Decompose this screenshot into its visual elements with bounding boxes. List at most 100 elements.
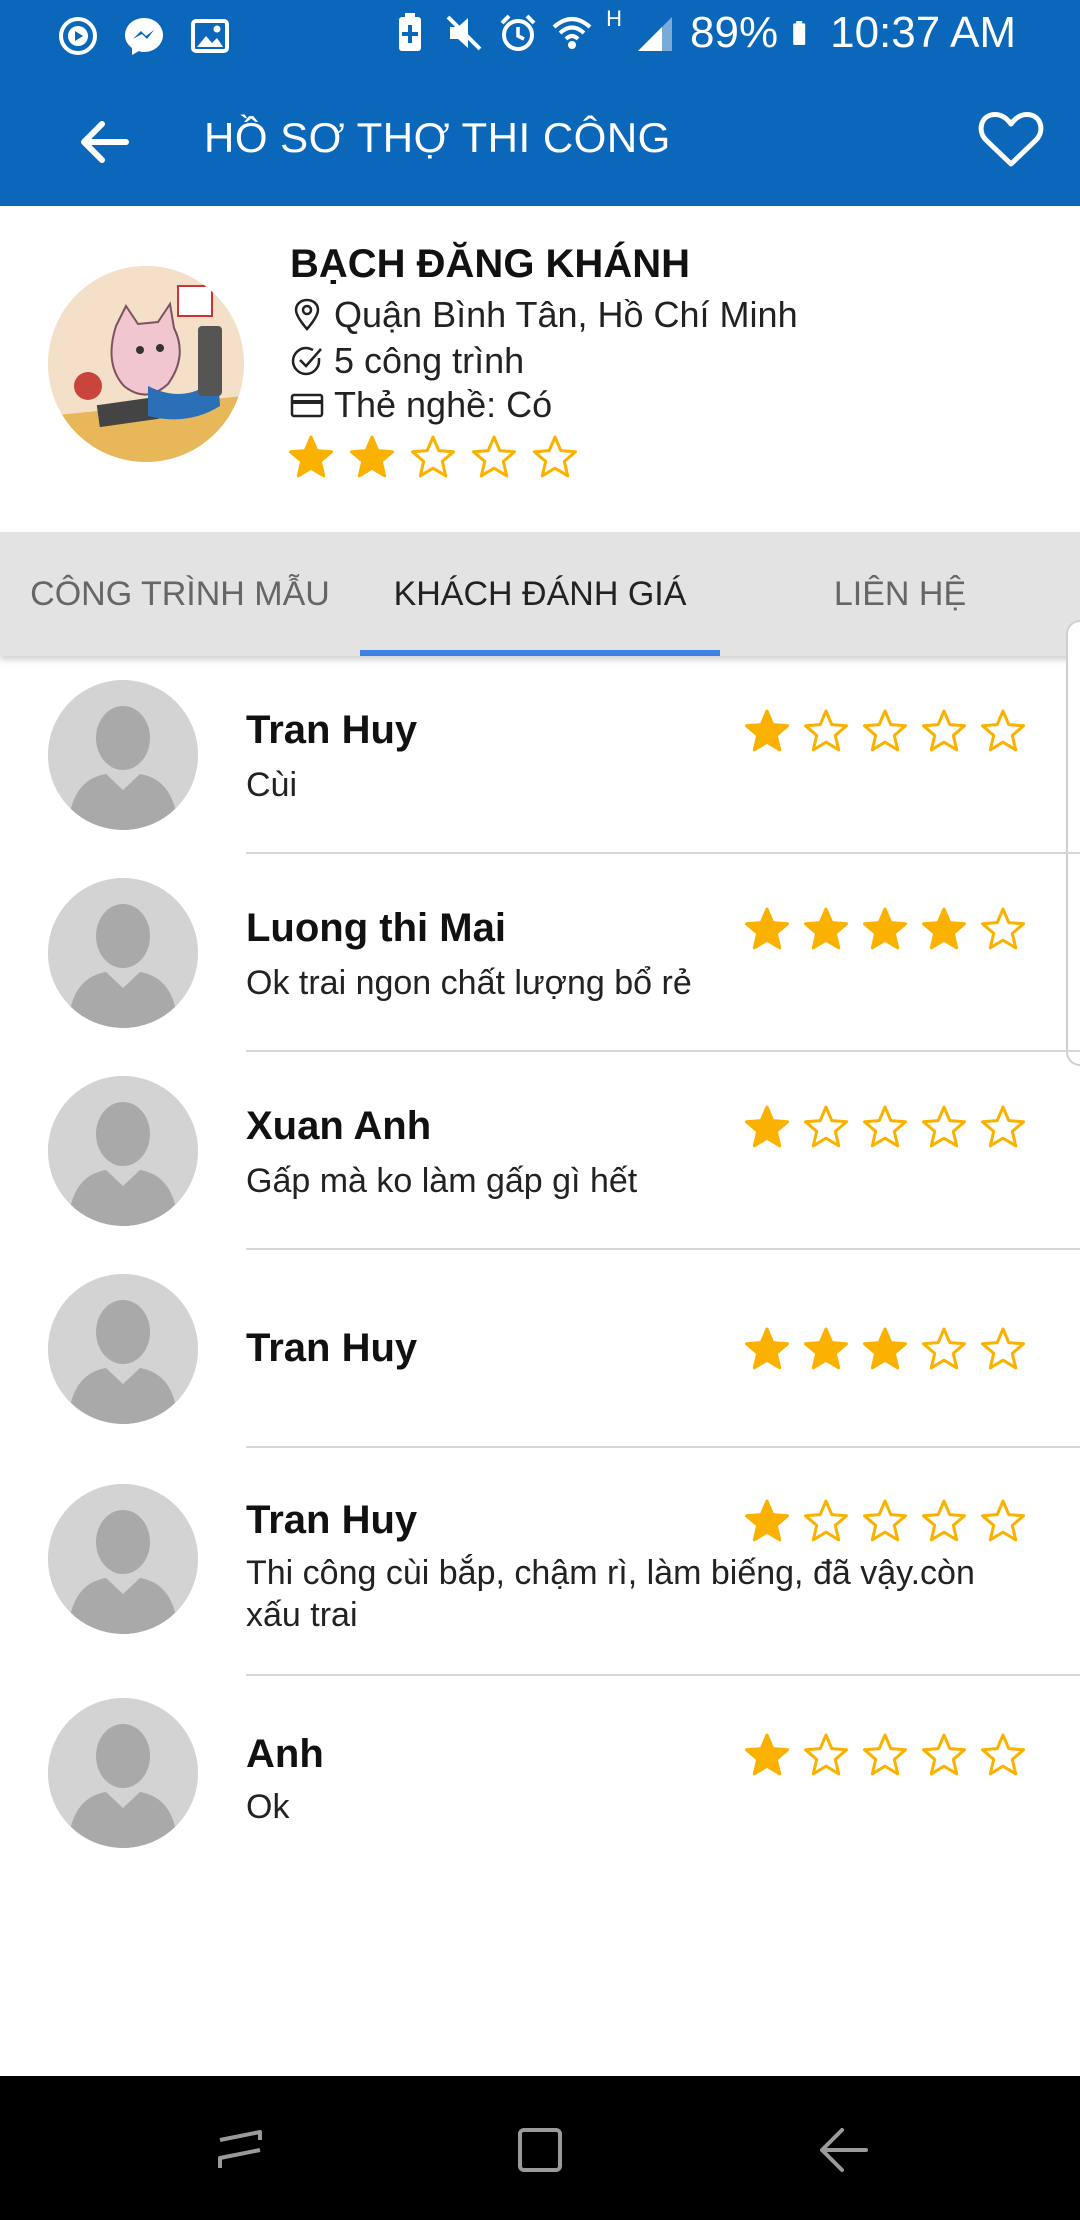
profile-tabs: CÔNG TRÌNH MẪU KHÁCH ĐÁNH GIÁ LIÊN HỆ bbox=[0, 532, 1080, 656]
credit-card-icon bbox=[290, 393, 324, 418]
divider bbox=[246, 852, 1080, 854]
tab-contact[interactable]: LIÊN HỆ bbox=[720, 532, 1080, 656]
star-filled-icon bbox=[745, 907, 789, 950]
star-filled-icon bbox=[350, 435, 394, 478]
star-outline-icon bbox=[981, 1733, 1025, 1776]
star-outline-icon bbox=[533, 435, 577, 478]
network-type-badge: H bbox=[606, 6, 623, 31]
worker-projects-text: 5 công trình bbox=[334, 340, 525, 381]
active-tab-indicator bbox=[360, 650, 720, 656]
reviewer-name: Anh bbox=[246, 1732, 324, 1776]
worker-profile-card: BẠCH ĐĂNG KHÁNH Quận Bình Tân, Hồ Chí Mi… bbox=[0, 206, 1080, 532]
divider bbox=[246, 1050, 1080, 1052]
star-filled-icon bbox=[745, 1499, 789, 1542]
star-filled-icon bbox=[863, 1327, 907, 1370]
star-outline-icon bbox=[922, 1105, 966, 1148]
app-bar: HỒ SƠ THỢ THI CÔNG bbox=[0, 72, 1080, 206]
star-filled-icon bbox=[863, 907, 907, 950]
heart-outline-icon[interactable] bbox=[976, 104, 1046, 174]
star-outline-icon bbox=[922, 1733, 966, 1776]
star-outline-icon bbox=[863, 709, 907, 752]
youtube-music-icon bbox=[59, 17, 97, 55]
reviewer-avatar-placeholder bbox=[48, 1274, 198, 1424]
mute-icon bbox=[446, 15, 482, 51]
star-outline-icon bbox=[863, 1733, 907, 1776]
review-rating-stars bbox=[744, 708, 1026, 754]
review-comment: Gấp mà ko làm gấp gì hết bbox=[246, 1162, 638, 1200]
status-bar: H 89% 10:37 AM bbox=[0, 0, 1080, 72]
star-filled-icon bbox=[922, 907, 966, 950]
status-bar-right: H 89% 10:37 AM bbox=[390, 6, 1016, 58]
star-filled-icon bbox=[745, 1327, 789, 1370]
star-outline-icon bbox=[981, 709, 1025, 752]
arrow-left-icon[interactable] bbox=[74, 110, 138, 174]
person-placeholder-icon bbox=[48, 1698, 198, 1848]
reviewer-name: Tran Huy bbox=[246, 1498, 418, 1542]
review-rating-stars bbox=[744, 1732, 1026, 1778]
reviewer-avatar-placeholder bbox=[48, 1076, 198, 1226]
star-outline-icon bbox=[863, 1499, 907, 1542]
page-title: HỒ SƠ THỢ THI CÔNG bbox=[204, 114, 671, 161]
star-outline-icon bbox=[922, 1327, 966, 1370]
divider bbox=[246, 1446, 1080, 1448]
star-outline-icon bbox=[411, 435, 455, 478]
home-icon[interactable] bbox=[508, 2118, 572, 2182]
reviewer-name: Tran Huy bbox=[246, 708, 418, 752]
star-filled-icon bbox=[745, 1733, 789, 1776]
worker-rating-stars bbox=[288, 434, 578, 480]
reviewer-avatar-placeholder bbox=[48, 1698, 198, 1848]
gallery-icon bbox=[191, 19, 229, 53]
star-outline-icon bbox=[981, 1327, 1025, 1370]
review-comment: Ok bbox=[246, 1788, 290, 1826]
star-outline-icon bbox=[922, 1499, 966, 1542]
star-outline-icon bbox=[981, 1499, 1025, 1542]
battery-percent: 89% bbox=[690, 8, 779, 57]
location-pin-icon bbox=[294, 298, 320, 331]
star-filled-icon bbox=[745, 1105, 789, 1148]
star-outline-icon bbox=[863, 1105, 907, 1148]
wifi-icon bbox=[552, 17, 592, 49]
star-outline-icon bbox=[804, 709, 848, 752]
reviewer-avatar-placeholder bbox=[48, 680, 198, 830]
review-comment: Ok trai ngon chất lượng bổ rẻ bbox=[246, 964, 692, 1002]
star-filled-icon bbox=[289, 435, 333, 478]
review-rating-stars bbox=[744, 1498, 1026, 1544]
divider bbox=[246, 1248, 1080, 1250]
star-outline-icon bbox=[981, 907, 1025, 950]
star-filled-icon bbox=[745, 709, 789, 752]
person-placeholder-icon bbox=[48, 1274, 198, 1424]
star-filled-icon bbox=[804, 907, 848, 950]
battery-saver-icon bbox=[399, 13, 422, 51]
recent-apps-icon[interactable] bbox=[208, 2118, 272, 2182]
battery-icon bbox=[793, 21, 806, 45]
back-icon[interactable] bbox=[812, 2118, 876, 2182]
review-comment: Cùi bbox=[246, 766, 298, 804]
worker-projects: 5 công trình bbox=[290, 340, 524, 382]
star-filled-icon bbox=[804, 1327, 848, 1370]
tab-customer-reviews[interactable]: KHÁCH ĐÁNH GIÁ bbox=[360, 532, 720, 656]
tab-sample-projects[interactable]: CÔNG TRÌNH MẪU bbox=[0, 532, 360, 656]
worker-location: Quận Bình Tân, Hồ Chí Minh bbox=[290, 294, 798, 336]
reviewer-avatar-placeholder bbox=[48, 1484, 198, 1634]
clock: 10:37 AM bbox=[830, 8, 1016, 57]
star-outline-icon bbox=[804, 1499, 848, 1542]
check-circle-icon bbox=[291, 346, 322, 376]
reviewer-avatar-placeholder bbox=[48, 878, 198, 1028]
person-placeholder-icon bbox=[48, 1484, 198, 1634]
worker-avatar bbox=[48, 266, 244, 462]
star-outline-icon bbox=[804, 1105, 848, 1148]
reviewer-name: Tran Huy bbox=[246, 1326, 418, 1370]
alarm-icon bbox=[500, 14, 536, 51]
star-outline-icon bbox=[472, 435, 516, 478]
reviewer-name: Xuan Anh bbox=[246, 1104, 432, 1148]
worker-license: Thẻ nghề: Có bbox=[290, 384, 552, 426]
star-outline-icon bbox=[922, 709, 966, 752]
review-rating-stars bbox=[744, 1326, 1026, 1372]
review-rating-stars bbox=[744, 1104, 1026, 1150]
signal-icon bbox=[638, 17, 673, 51]
worker-license-text: Thẻ nghề: Có bbox=[334, 384, 553, 425]
worker-name: BẠCH ĐĂNG KHÁNH bbox=[290, 242, 690, 286]
system-nav-bar bbox=[0, 2076, 1080, 2220]
person-placeholder-icon bbox=[48, 878, 198, 1028]
scroll-edge-handle[interactable] bbox=[1066, 620, 1080, 1066]
